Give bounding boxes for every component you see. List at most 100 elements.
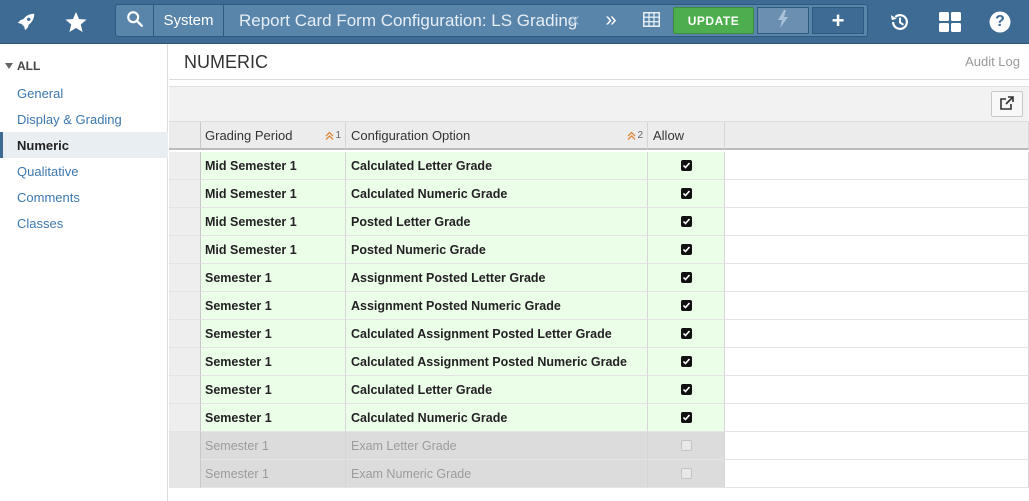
grading-period-cell[interactable]: Semester 1 [201, 404, 346, 432]
allow-cell [648, 432, 725, 460]
grading-period-cell[interactable]: Semester 1 [201, 376, 346, 404]
sort-indicator: 2 [627, 130, 643, 141]
table-row[interactable]: Semester 1 Exam Numeric Grade [169, 460, 1029, 488]
table-row[interactable]: Semester 1 Exam Letter Grade [169, 432, 1029, 460]
allow-cell [648, 404, 725, 432]
main-content: NUMERIC Audit Log Grading Period 1 Confi… [169, 44, 1029, 501]
column-header-allow[interactable]: Allow [648, 122, 725, 150]
allow-cell [648, 376, 725, 404]
table-row[interactable]: Semester 1 Calculated Letter Grade [169, 376, 1029, 404]
sort-ascending-icon [325, 131, 334, 140]
allow-checkbox[interactable] [680, 384, 692, 395]
grading-period-cell[interactable]: Mid Semester 1 [201, 152, 346, 180]
previous-record-button[interactable]: « [559, 5, 589, 36]
grading-period-cell[interactable]: Mid Semester 1 [201, 180, 346, 208]
row-handle[interactable] [169, 292, 201, 320]
table-row[interactable]: Semester 1 Assignment Posted Numeric Grad… [169, 292, 1029, 320]
allow-checkbox[interactable] [680, 328, 692, 339]
column-header-grading-period[interactable]: Grading Period 1 [201, 122, 346, 150]
table-row[interactable]: Semester 1 Assignment Posted Letter Grade [169, 264, 1029, 292]
row-handle[interactable] [169, 152, 201, 180]
column-header-label: Grading Period [205, 127, 293, 143]
table-row[interactable]: Mid Semester 1 Calculated Letter Grade [169, 152, 1029, 180]
grading-period-cell[interactable]: Semester 1 [201, 348, 346, 376]
sidebar-item-general[interactable]: General [0, 80, 168, 106]
allow-checkbox[interactable] [680, 160, 692, 171]
allow-checkbox[interactable] [680, 244, 692, 255]
popout-button[interactable] [991, 91, 1023, 117]
filler-cell [725, 264, 1029, 292]
configuration-option-cell[interactable]: Posted Numeric Grade [346, 236, 648, 264]
help-button[interactable]: ? [986, 0, 1014, 44]
update-button[interactable]: UPDATE [673, 7, 754, 34]
allow-cell [648, 292, 725, 320]
row-handle[interactable] [169, 404, 201, 432]
configuration-option-cell[interactable]: Posted Letter Grade [346, 208, 648, 236]
sidebar-item-numeric[interactable]: Numeric [0, 132, 168, 158]
sidebar-item-display-grading[interactable]: Display & Grading [0, 106, 168, 132]
row-handle[interactable] [169, 236, 201, 264]
search-button[interactable] [116, 5, 154, 36]
grading-period-cell[interactable]: Mid Semester 1 [201, 236, 346, 264]
table-row[interactable]: Mid Semester 1 Posted Letter Grade [169, 208, 1029, 236]
lightning-bolt-icon [777, 10, 789, 31]
apps-grid-icon[interactable] [936, 0, 964, 44]
configuration-option-cell[interactable]: Exam Numeric Grade [346, 460, 648, 488]
grading-period-cell[interactable]: Semester 1 [201, 432, 346, 460]
configuration-option-cell[interactable]: Exam Letter Grade [346, 432, 648, 460]
configuration-option-cell[interactable]: Calculated Assignment Posted Numeric Gra… [346, 348, 648, 376]
allow-checkbox[interactable] [680, 356, 692, 367]
sort-ascending-icon [627, 131, 636, 140]
row-handle[interactable] [169, 264, 201, 292]
breadcrumb-system[interactable]: System [154, 5, 224, 36]
star-icon[interactable] [60, 0, 92, 44]
row-handle[interactable] [169, 208, 201, 236]
grading-period-cell[interactable]: Semester 1 [201, 320, 346, 348]
audit-log-link[interactable]: Audit Log [965, 54, 1020, 69]
sidebar-all-group[interactable]: ALL [5, 59, 40, 73]
add-button[interactable]: + [812, 7, 864, 34]
row-handle[interactable] [169, 348, 201, 376]
table-row[interactable]: Mid Semester 1 Calculated Numeric Grade [169, 180, 1029, 208]
configuration-option-cell[interactable]: Calculated Assignment Posted Letter Grad… [346, 320, 648, 348]
allow-checkbox[interactable] [680, 412, 692, 423]
configuration-option-cell[interactable]: Assignment Posted Letter Grade [346, 264, 648, 292]
sidebar-item-comments[interactable]: Comments [0, 184, 168, 210]
sidebar-item-qualitative[interactable]: Qualitative [0, 158, 168, 184]
row-handle[interactable] [169, 320, 201, 348]
row-handle[interactable] [169, 432, 201, 460]
column-header-label: Allow [653, 127, 685, 143]
configuration-option-cell[interactable]: Calculated Numeric Grade [346, 180, 648, 208]
sidebar-item-classes[interactable]: Classes [0, 210, 168, 236]
allow-checkbox[interactable] [680, 272, 692, 283]
history-icon[interactable] [886, 0, 914, 44]
configuration-option-cell[interactable]: Calculated Letter Grade [346, 376, 648, 404]
allow-cell [648, 348, 725, 376]
column-header-label: Configuration Option [351, 127, 471, 143]
next-record-button[interactable]: » [596, 5, 626, 36]
grading-period-cell[interactable]: Semester 1 [201, 292, 346, 320]
allow-checkbox[interactable] [680, 440, 692, 451]
allow-checkbox[interactable] [680, 468, 692, 479]
table-row[interactable]: Semester 1 Calculated Numeric Grade [169, 404, 1029, 432]
allow-checkbox[interactable] [680, 216, 692, 227]
row-handle[interactable] [169, 460, 201, 488]
breadcrumb-separator [224, 5, 235, 36]
row-handle[interactable] [169, 180, 201, 208]
allow-checkbox[interactable] [680, 300, 692, 311]
rocket-icon[interactable] [10, 0, 42, 44]
grading-period-cell[interactable]: Mid Semester 1 [201, 208, 346, 236]
table-row[interactable]: Semester 1 Calculated Assignment Posted L… [169, 320, 1029, 348]
table-row[interactable]: Semester 1 Calculated Assignment Posted N… [169, 348, 1029, 376]
configuration-option-cell[interactable]: Calculated Numeric Grade [346, 404, 648, 432]
allow-checkbox[interactable] [680, 188, 692, 199]
table-row[interactable]: Mid Semester 1 Posted Numeric Grade [169, 236, 1029, 264]
column-header-configuration-option[interactable]: Configuration Option 2 [346, 122, 648, 150]
actions-button[interactable] [757, 7, 809, 34]
grading-period-cell[interactable]: Semester 1 [201, 460, 346, 488]
table-view-button[interactable] [636, 5, 666, 36]
configuration-option-cell[interactable]: Calculated Letter Grade [346, 152, 648, 180]
grading-period-cell[interactable]: Semester 1 [201, 264, 346, 292]
configuration-option-cell[interactable]: Assignment Posted Numeric Grade [346, 292, 648, 320]
row-handle[interactable] [169, 376, 201, 404]
